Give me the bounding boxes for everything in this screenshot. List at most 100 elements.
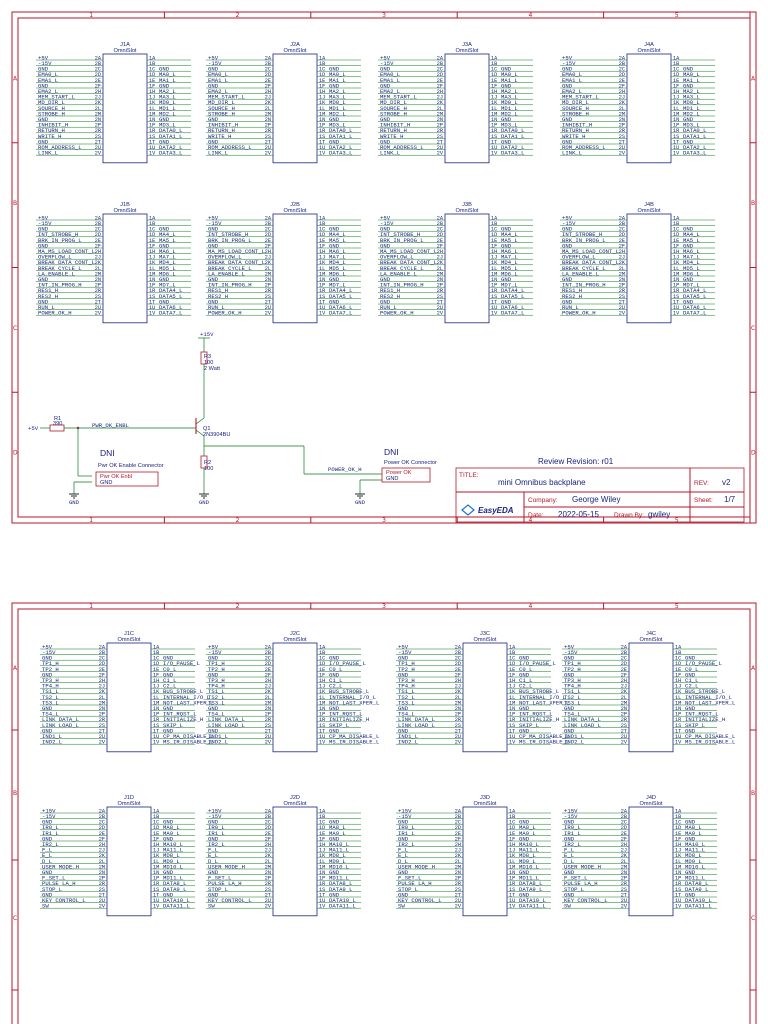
title-label: TITLE:	[459, 472, 479, 479]
pin-number: 2V	[99, 904, 106, 910]
net-label: DATA3_L	[329, 150, 353, 157]
connector-body	[444, 53, 490, 164]
connector-body	[106, 806, 152, 917]
zone-label-top: 4	[528, 603, 532, 610]
net-label: MS_IR_DISABLE_L	[163, 739, 213, 746]
zone-label-right: D	[751, 450, 756, 457]
review-revision: Review Revision: r01	[538, 457, 614, 466]
zone-label-right: C	[751, 915, 755, 922]
zone-label-bottom: 3	[382, 517, 386, 524]
zone-label-left: D	[13, 450, 18, 457]
connector-value: OmniSlot	[637, 208, 660, 214]
pin-number: 1V	[319, 151, 326, 157]
pin-number: 2V	[95, 151, 102, 157]
ground-label: GND	[69, 499, 80, 506]
zone-label-left: A	[13, 665, 18, 672]
pin-number: 2V	[265, 904, 272, 910]
connector-body	[626, 213, 672, 324]
schematic-canvas-1: 1122334455A AB BC CD DJ1AOmniSlot+5V 2A-15V 2B…	[11, 11, 757, 524]
ground-label: GND	[355, 499, 366, 506]
connector-value: OmniSlot	[455, 48, 478, 54]
net-label: POWER_OK_H	[562, 310, 596, 317]
rev-label: REV:	[694, 480, 709, 487]
net-label: DATA3_L	[501, 150, 525, 157]
net-label: IND2_L	[398, 739, 418, 746]
net-label: DATA3_L	[683, 150, 707, 157]
zone-label-top: 1	[89, 603, 93, 610]
zone-label-top: 4	[528, 12, 532, 19]
pin-number: 2V	[265, 311, 272, 317]
net-label: DATA11_L	[685, 903, 712, 910]
net-label: SW	[208, 903, 215, 910]
pin-number: 1V	[675, 740, 682, 746]
connector-body	[626, 53, 672, 164]
connector-body	[106, 642, 152, 753]
sheet-border	[11, 602, 757, 1024]
schematic-canvas-2: 1 2 3 4 5A AB BC CJ1COmniSlot+5V 2A-15V 2BGND 2CTP…	[11, 602, 757, 1024]
sheet-label: Sheet:	[694, 497, 713, 504]
zone-label-left: C	[13, 915, 17, 922]
connector-body	[462, 642, 508, 753]
zone-label-top: 3	[382, 603, 386, 610]
connector-body	[628, 806, 674, 917]
net-label: DATA7_L	[501, 310, 525, 317]
connector-value: OmniSlot	[473, 637, 496, 643]
pin-number: 1V	[491, 311, 498, 317]
dni-label-1: DNI	[100, 448, 115, 458]
easyeda-logo-icon	[461, 504, 475, 516]
r1-value: 390	[53, 421, 62, 427]
pin-number: 1V	[491, 151, 498, 157]
zone-label-left: B	[13, 790, 17, 797]
connector-body	[102, 213, 148, 324]
zone-label-right: A	[751, 665, 756, 672]
connector-value: OmniSlot	[117, 801, 140, 807]
vcc-label: +15V	[200, 331, 214, 338]
date-label: Date:	[528, 512, 544, 519]
net-label: POWER_OK_H	[380, 310, 414, 317]
schematic-sheet-1: 1 1 2 2 3 3 4 4 5 5 A A B B C C D D J1A OmniSlot +5V 2A -15V 2B…	[0, 0, 768, 535]
pin-number: 2V	[455, 740, 462, 746]
connector-value: OmniSlot	[473, 801, 496, 807]
pin-number: 2V	[437, 151, 444, 157]
pin-number: 1V	[509, 904, 516, 910]
easyeda-logo: EasyEDA	[478, 506, 514, 515]
connector2-pin2: GND	[386, 476, 398, 482]
connector2-title: Power OK Connector	[384, 460, 437, 466]
zone-label-bottom: 2	[236, 517, 240, 524]
connector-value: OmniSlot	[113, 208, 136, 214]
pin-number: 2V	[95, 311, 102, 317]
zone-label-left: C	[13, 325, 17, 332]
net-label: LINK_L	[562, 150, 582, 157]
vin-label: +5V	[28, 425, 39, 432]
sheet-value: 1/7	[724, 495, 736, 504]
pin-number: 1V	[149, 151, 156, 157]
connector-body	[272, 642, 318, 753]
sheet-inner-border	[17, 608, 751, 1024]
net-label: MS_IR_DISABLE_L	[685, 739, 735, 746]
pin-number: 1V	[675, 904, 682, 910]
pin-number: 1V	[153, 740, 160, 746]
net-label: LINK_L	[38, 150, 58, 157]
zone-label-right: B	[751, 790, 755, 797]
zone-label-left: B	[13, 200, 17, 207]
connector-value: OmniSlot	[117, 637, 140, 643]
net-label: POWER_OK_H	[38, 310, 72, 317]
pin-number: 2V	[619, 311, 626, 317]
net-label: MS_IR_DISABLE_L	[329, 739, 379, 746]
pin-number: 2V	[621, 740, 628, 746]
net-label: SW	[398, 903, 405, 910]
net-label: DATA3_L	[159, 150, 183, 157]
pin-number: 1V	[509, 740, 516, 746]
zone-label-top: 1	[89, 12, 93, 19]
ground-label: GND	[199, 499, 210, 506]
pin-number: 2V	[99, 740, 106, 746]
connector-body	[272, 213, 318, 324]
company-value: George Wiley	[572, 495, 620, 504]
connector-body	[444, 213, 490, 324]
pin-number: 2V	[265, 740, 272, 746]
connector-value: OmniSlot	[637, 48, 660, 54]
schematic-sheet-2: 1 2 3 4 5 A A B B C C J1C OmniSlot +5V 2A -15V 2B GND 2C TP…	[0, 595, 768, 1024]
net-power-ok-h: POWER_OK_H	[328, 466, 362, 473]
zone-label-right: B	[751, 200, 755, 207]
net-label: DATA7_L	[159, 310, 183, 317]
